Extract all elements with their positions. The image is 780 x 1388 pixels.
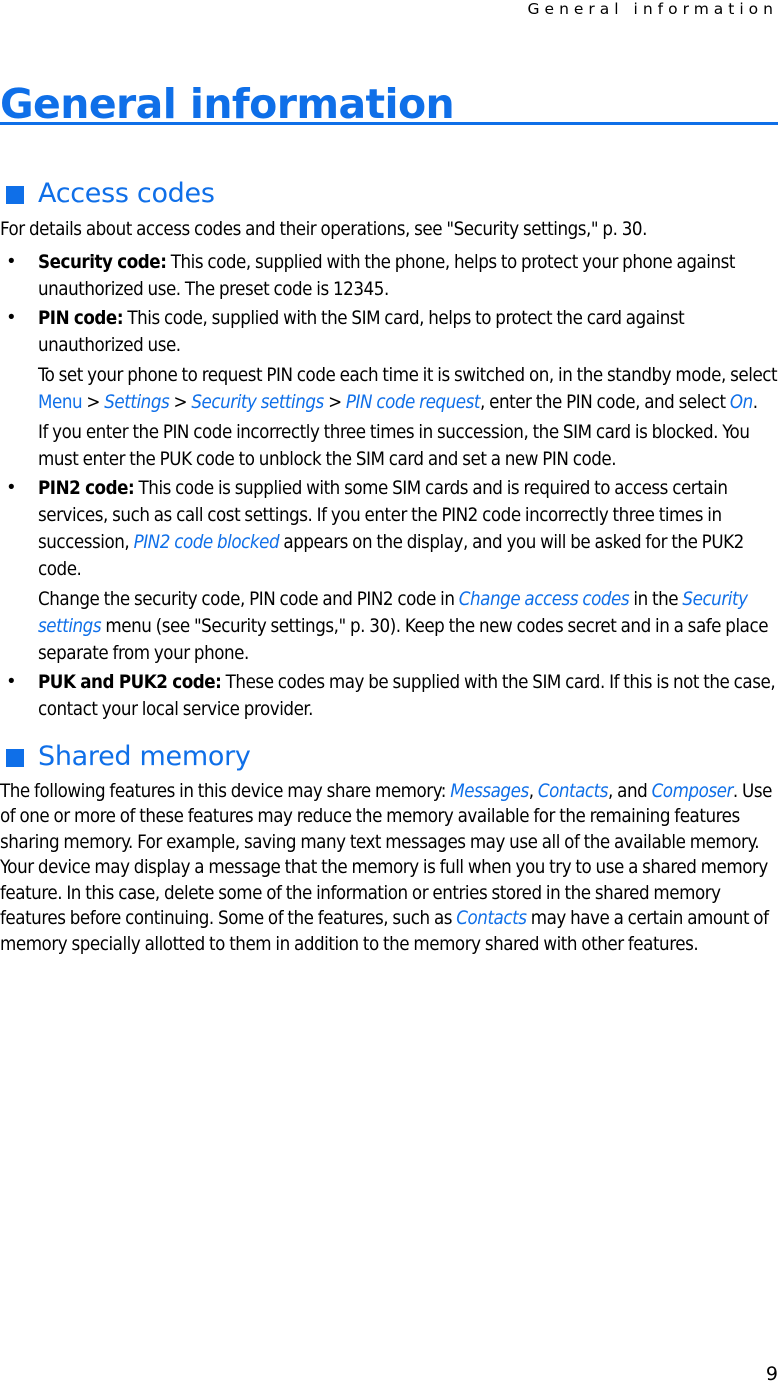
ui-reference: Security settings [191, 391, 324, 413]
list-item-paragraph: Change the security code, PIN code and P… [38, 586, 780, 667]
list-item-label: PIN2 code: [38, 477, 135, 499]
text-run: , [528, 780, 538, 802]
list-item-paragraph: PIN2 code: This code is supplied with so… [38, 475, 780, 583]
ui-reference: Contacts [537, 780, 609, 802]
ui-reference: On [729, 391, 753, 413]
list-item-paragraph: Security code: This code, supplied with … [38, 249, 780, 303]
square-bullet-icon [6, 185, 24, 204]
title-divider [0, 122, 778, 125]
ui-reference: Menu [38, 391, 83, 413]
manual-page: General information General information … [0, 0, 780, 1388]
shared-memory-section: Shared memory The following features in … [0, 741, 780, 957]
section-heading-label: Shared memory [38, 740, 251, 772]
page-content: Access codes For details about access co… [0, 178, 780, 957]
text-run: menu (see "Security settings," p. 30). K… [38, 615, 769, 664]
list-item: PIN code: This code, supplied with the S… [0, 304, 780, 473]
section-heading-access-codes: Access codes [0, 178, 780, 210]
list-item: PIN2 code: This code is supplied with so… [0, 474, 780, 667]
section-heading-shared-memory: Shared memory [0, 741, 780, 773]
list-item: Security code: This code, supplied with … [0, 248, 780, 303]
text-run: The following features in this device ma… [0, 780, 451, 802]
list-item-paragraph: If you enter the PIN code incorrectly th… [38, 419, 780, 473]
list-item-paragraph: PUK and PUK2 code: These codes may be su… [38, 669, 780, 723]
access-codes-list: Security code: This code, supplied with … [0, 248, 780, 723]
list-item-label: PUK and PUK2 code: [38, 671, 222, 693]
text-run: If you enter the PIN code incorrectly th… [38, 421, 750, 470]
ui-reference: Messages [450, 780, 529, 802]
text-run: , enter the PIN code, and select [479, 391, 730, 413]
text-run: > [82, 391, 105, 413]
section-heading-label: Access codes [38, 178, 215, 209]
text-run: in the [629, 588, 683, 610]
text-run: . Use of one or more of these features m… [0, 780, 772, 930]
text-run: , and [608, 780, 652, 802]
ui-reference: PIN code request [345, 391, 481, 413]
section-intro-paragraph: For details about access codes and their… [0, 218, 647, 240]
ui-reference: Contacts [456, 908, 527, 930]
text-run: Change the security code, PIN code and P… [38, 588, 459, 610]
list-item-label: Security code: [38, 251, 167, 273]
square-bullet-icon [6, 748, 24, 767]
list-item: PUK and PUK2 code: These codes may be su… [0, 668, 780, 723]
list-item-paragraph: To set your phone to request PIN code ea… [38, 362, 780, 416]
text-run: . [752, 391, 758, 413]
text-run: To set your phone to request PIN code ea… [38, 364, 778, 386]
text-run: > [169, 391, 192, 413]
section-paragraph: The following features in this device ma… [0, 779, 780, 958]
ui-reference: PIN2 code blocked [133, 531, 280, 553]
text-run: > [323, 391, 346, 413]
page-title: General information [0, 80, 455, 129]
ui-reference: Composer [651, 780, 734, 802]
page-number: 9 [765, 1363, 778, 1385]
list-item-paragraph: PIN code: This code, supplied with the S… [38, 305, 780, 359]
list-item-label: PIN code: [38, 307, 124, 329]
ui-reference: Settings [104, 391, 170, 413]
ui-reference: Change access codes [458, 588, 630, 610]
running-header: General information [527, 0, 778, 18]
text-run: This code, supplied with the SIM card, h… [38, 307, 685, 356]
